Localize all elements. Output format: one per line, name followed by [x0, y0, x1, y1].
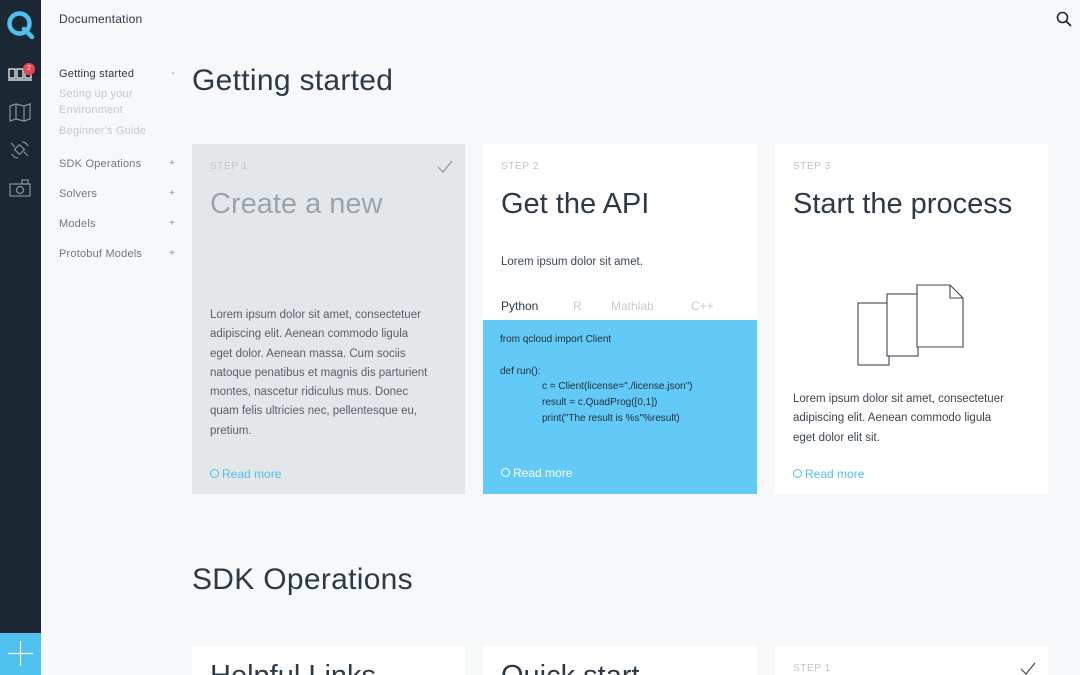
text-line: pretium. — [210, 424, 252, 437]
left-rail: 2 — [0, 0, 41, 675]
card-title: Create a new — [210, 188, 383, 220]
text-line: adipiscing elit. Aenean commodo ligula — [793, 412, 992, 425]
card-title: Quick start — [501, 660, 640, 675]
sidebar-item-protobuf-models[interactable]: Protobuf Models + — [59, 247, 179, 277]
text-line: eget dolor elit sit. — [793, 431, 880, 444]
card-description: Lorem ipsum dolor sit amet. — [501, 256, 643, 268]
expand-icon[interactable]: + — [169, 157, 175, 171]
tab-r[interactable]: R — [573, 299, 582, 313]
code-line: result = c.QuadProg([0,1]) — [542, 397, 658, 408]
read-more-label: Read more — [805, 467, 865, 481]
check-icon — [1020, 662, 1036, 675]
step-label: STEP 3 — [793, 161, 831, 172]
sidebar-item-getting-started[interactable]: Getting started - — [59, 67, 179, 81]
circle-icon — [210, 469, 219, 478]
collapse-icon[interactable]: - — [171, 67, 175, 81]
expand-icon[interactable]: + — [169, 247, 175, 261]
read-more-label: Read more — [222, 467, 282, 481]
card-title: Get the API — [501, 188, 650, 220]
circle-icon — [501, 468, 510, 477]
code-line: from qcloud import Client — [500, 334, 612, 345]
code-line: print("The result is %s"%result) — [542, 413, 680, 424]
card-description: Lorem ipsum dolor sit amet, consectetuer… — [793, 390, 1038, 448]
sidebar-item-label: Solvers — [59, 188, 98, 200]
read-more-label: Read more — [513, 466, 573, 480]
card-description: Lorem ipsum dolor sit amet, consectetuer… — [210, 306, 455, 441]
step-label: STEP 1 — [793, 663, 831, 674]
book-icon[interactable] — [8, 101, 32, 123]
check-icon — [437, 160, 453, 173]
read-more-link[interactable]: Read more — [793, 467, 864, 481]
sidebar-item-label: Models — [59, 218, 96, 230]
sidebar-item-models[interactable]: Models + — [59, 217, 179, 247]
code-snippet: from qcloud import Client def run(): c =… — [483, 320, 757, 494]
camera-icon[interactable] — [8, 177, 32, 199]
card-title: Helpful Links — [210, 660, 376, 675]
search-icon[interactable] — [1056, 11, 1072, 27]
text-line: eget dolor. Aenean massa. Cum sociis — [210, 347, 406, 360]
tab-python[interactable]: Python — [501, 299, 538, 313]
text-line: Lorem ipsum dolor sit amet, consectetuer — [210, 309, 421, 321]
notification-badge: 2 — [23, 63, 35, 75]
read-more-link[interactable]: Read more — [210, 467, 281, 481]
code-line: c = Client(license="./license.json") — [542, 381, 693, 392]
documents-icon — [857, 284, 964, 366]
text-line: natoque penatibus et magnis dis parturie… — [210, 366, 428, 379]
sidebar-item-sdk-operations[interactable]: SDK Operations + — [59, 157, 179, 187]
text-line: adipiscing elit. Aenean commodo ligula — [210, 328, 409, 341]
plus-icon — [8, 641, 33, 666]
text-line: montes, nascetur ridiculus mus. Donec — [210, 386, 409, 399]
tab-mathlab[interactable]: Mathlab — [611, 299, 654, 313]
add-button[interactable] — [0, 633, 41, 675]
code-line: def run(): — [500, 366, 541, 377]
sidebar-item-label: Protobuf Models — [59, 248, 143, 260]
sidebar-subitem-environment[interactable]: Seting up your Environment — [59, 86, 159, 118]
section-title-sdk-operations: SDK Operations — [192, 563, 413, 596]
step-card-2: STEP 2 Get the API Lorem ipsum dolor sit… — [483, 144, 757, 494]
step-label: STEP 2 — [501, 161, 539, 172]
step-card-1: STEP 1 Create a new Lorem ipsum dolor si… — [192, 144, 465, 494]
logo-icon[interactable] — [6, 10, 35, 40]
section-title-getting-started: Getting started — [192, 64, 394, 97]
expand-icon[interactable]: + — [169, 187, 175, 201]
sdk-card-1: Helpful Links — [192, 646, 465, 675]
text-line: Lorem ipsum dolor sit amet, consectetuer — [793, 393, 1004, 405]
step-label: STEP 1 — [210, 161, 248, 172]
card-title: Start the process — [793, 188, 1013, 220]
language-tabs: Python R Mathlab C++ — [501, 299, 741, 317]
step-card-3: STEP 3 Start the process Lorem ipsum dol… — [775, 144, 1048, 494]
app-title: Documentation — [59, 12, 143, 26]
sdk-card-2: Quick start — [483, 646, 757, 675]
expand-icon[interactable]: + — [169, 217, 175, 231]
text-line: quam felis ultricies nec, pellentesque e… — [210, 405, 418, 418]
sidebar-item-label: SDK Operations — [59, 158, 142, 170]
read-more-link[interactable]: Read more — [501, 466, 572, 480]
sidebar-subitem-beginners-guide[interactable]: Beginner's Guide — [59, 123, 179, 139]
sidebar-nav: Getting started - Seting up your Environ… — [59, 67, 179, 277]
satellite-icon[interactable] — [8, 139, 32, 161]
sidebar-item-solvers[interactable]: Solvers + — [59, 187, 179, 217]
sidebar-item-label: Getting started — [59, 68, 135, 80]
circle-icon — [793, 469, 802, 478]
sdk-card-3: STEP 1 — [775, 646, 1048, 675]
tab-cpp[interactable]: C++ — [691, 299, 714, 313]
